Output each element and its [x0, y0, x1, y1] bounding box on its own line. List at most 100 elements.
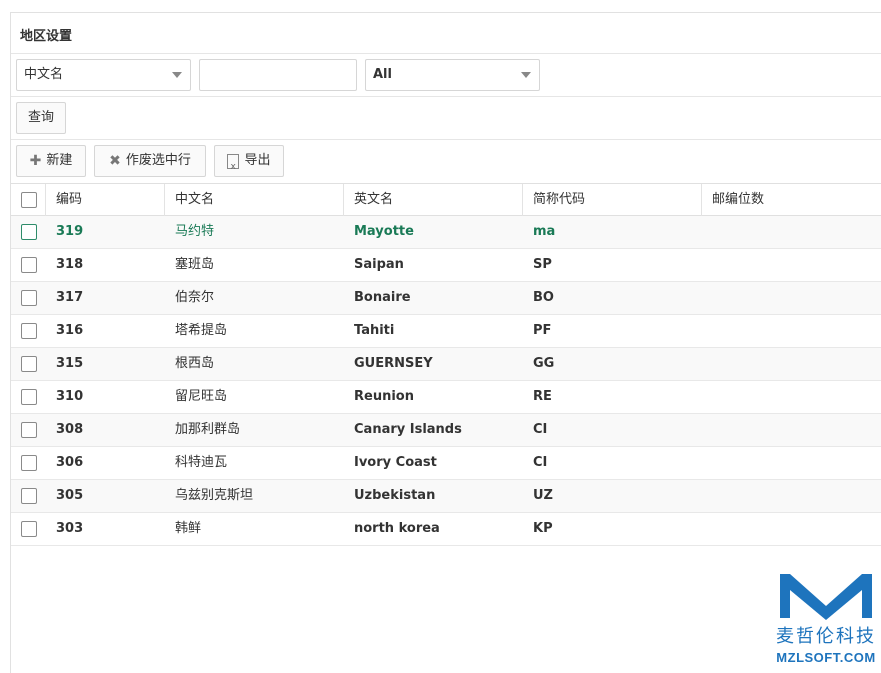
column-header-zip-digits[interactable]: 邮编位数: [702, 184, 881, 216]
row-checkbox[interactable]: [21, 323, 37, 339]
cell-abbr: SP: [533, 257, 552, 272]
cell-abbr: RE: [533, 389, 552, 404]
cell-abbr: GG: [533, 356, 555, 371]
cell-code: 315: [56, 356, 84, 371]
row-checkbox[interactable]: [21, 488, 37, 504]
cell-zip-digits: [702, 381, 881, 413]
cell-cn-name: 留尼旺岛: [175, 389, 228, 404]
select-all-checkbox[interactable]: [21, 192, 37, 208]
row-select-cell: [11, 348, 46, 380]
row-select-cell: [11, 414, 46, 446]
cell-cn-name: 塞班岛: [175, 257, 215, 272]
cell-cn-name: 乌兹别克斯坦: [175, 488, 254, 503]
row-checkbox[interactable]: [21, 422, 37, 438]
cell-cn-name: 韩鲜: [175, 521, 202, 536]
cell-code: 316: [56, 323, 84, 338]
x-icon: ✖: [109, 153, 121, 169]
row-checkbox[interactable]: [21, 356, 37, 372]
chevron-down-icon: [172, 72, 182, 78]
column-header-cn-name[interactable]: 中文名: [165, 184, 344, 216]
cell-en-name: Saipan: [354, 257, 404, 272]
cell-code: 318: [56, 257, 84, 272]
cell-en-name: north korea: [354, 521, 440, 536]
column-header-abbr[interactable]: 简称代码: [523, 184, 702, 216]
row-select-cell: [11, 381, 46, 413]
region-settings-panel: 地区设置 中文名 All 查询 ✚ 新建 ✖ 作废选中行 导出 编码 中文名 英…: [10, 12, 881, 673]
cell-en-name: Bonaire: [354, 290, 411, 305]
row-checkbox[interactable]: [21, 257, 37, 273]
cell-zip-digits: [702, 315, 881, 347]
void-selected-button-label: 作废选中行: [125, 153, 191, 168]
cell-abbr: KP: [533, 521, 553, 536]
table-row[interactable]: 305 乌兹别克斯坦 Uzbekistan UZ: [11, 480, 881, 513]
row-checkbox[interactable]: [21, 521, 37, 537]
column-header-en-name[interactable]: 英文名: [344, 184, 523, 216]
mzlsoft-logo: 麦哲伦科技 MZLSOFT.COM: [771, 568, 881, 665]
logo-cn-text: 麦哲伦科技: [776, 626, 876, 647]
row-select-cell: [11, 216, 46, 248]
cell-zip-digits: [702, 480, 881, 512]
cell-zip-digits: [702, 447, 881, 479]
table-row[interactable]: 315 根西岛 GUERNSEY GG: [11, 348, 881, 381]
row-checkbox[interactable]: [21, 290, 37, 306]
page-title: 地区设置: [20, 29, 73, 44]
row-select-cell: [11, 282, 46, 314]
cell-cn-name: 马约特: [175, 224, 215, 239]
void-selected-button[interactable]: ✖ 作废选中行: [94, 145, 206, 177]
field-select[interactable]: 中文名: [16, 59, 191, 91]
row-checkbox[interactable]: [21, 224, 37, 240]
table-row[interactable]: 310 留尼旺岛 Reunion RE: [11, 381, 881, 414]
cell-code: 303: [56, 521, 84, 536]
table-row[interactable]: 303 韩鲜 north korea KP: [11, 513, 881, 546]
column-header-code[interactable]: 编码: [46, 184, 165, 216]
cell-cn-name: 根西岛: [175, 356, 215, 371]
cell-zip-digits: [702, 414, 881, 446]
query-button[interactable]: 查询: [16, 102, 66, 134]
table-row[interactable]: 319 马约特 Mayotte ma: [11, 216, 881, 249]
table-row[interactable]: 318 塞班岛 Saipan SP: [11, 249, 881, 282]
row-select-cell: [11, 447, 46, 479]
cell-zip-digits: [702, 216, 881, 248]
cell-code: 319: [56, 224, 84, 239]
cell-zip-digits: [702, 282, 881, 314]
cell-code: 308: [56, 422, 84, 437]
export-button-label: 导出: [244, 153, 271, 168]
divider: [11, 96, 881, 97]
row-select-cell: [11, 480, 46, 512]
new-button[interactable]: ✚ 新建: [16, 145, 86, 177]
field-select-value: 中文名: [24, 67, 64, 82]
cell-abbr: CI: [533, 455, 548, 470]
cell-cn-name: 科特迪瓦: [175, 455, 228, 470]
cell-code: 317: [56, 290, 84, 305]
row-checkbox[interactable]: [21, 455, 37, 471]
cell-en-name: Tahiti: [354, 323, 395, 338]
table-row[interactable]: 308 加那利群岛 Canary Islands CI: [11, 414, 881, 447]
cell-abbr: UZ: [533, 488, 553, 503]
search-input[interactable]: [199, 59, 357, 91]
cell-code: 310: [56, 389, 84, 404]
logo-en-text: MZLSOFT.COM: [776, 650, 876, 665]
cell-cn-name: 伯奈尔: [175, 290, 215, 305]
cell-abbr: ma: [533, 224, 556, 239]
table-row[interactable]: 317 伯奈尔 Bonaire BO: [11, 282, 881, 315]
cell-en-name: Mayotte: [354, 224, 414, 239]
new-button-label: 新建: [46, 153, 73, 168]
cell-en-name: Uzbekistan: [354, 488, 436, 503]
row-select-cell: [11, 513, 46, 545]
cell-code: 305: [56, 488, 84, 503]
cell-zip-digits: [702, 249, 881, 281]
cell-en-name: GUERNSEY: [354, 356, 433, 371]
row-checkbox[interactable]: [21, 389, 37, 405]
cell-en-name: Ivory Coast: [354, 455, 437, 470]
excel-file-icon: [227, 152, 240, 182]
table-row[interactable]: 316 塔希提岛 Tahiti PF: [11, 315, 881, 348]
cell-cn-name: 塔希提岛: [175, 323, 228, 338]
row-select-cell: [11, 249, 46, 281]
cell-abbr: BO: [533, 290, 554, 305]
cell-cn-name: 加那利群岛: [175, 422, 241, 437]
divider: [11, 139, 881, 140]
status-select[interactable]: All: [365, 59, 540, 91]
table-row[interactable]: 306 科特迪瓦 Ivory Coast CI: [11, 447, 881, 480]
cell-en-name: Reunion: [354, 389, 414, 404]
export-button[interactable]: 导出: [214, 145, 284, 182]
